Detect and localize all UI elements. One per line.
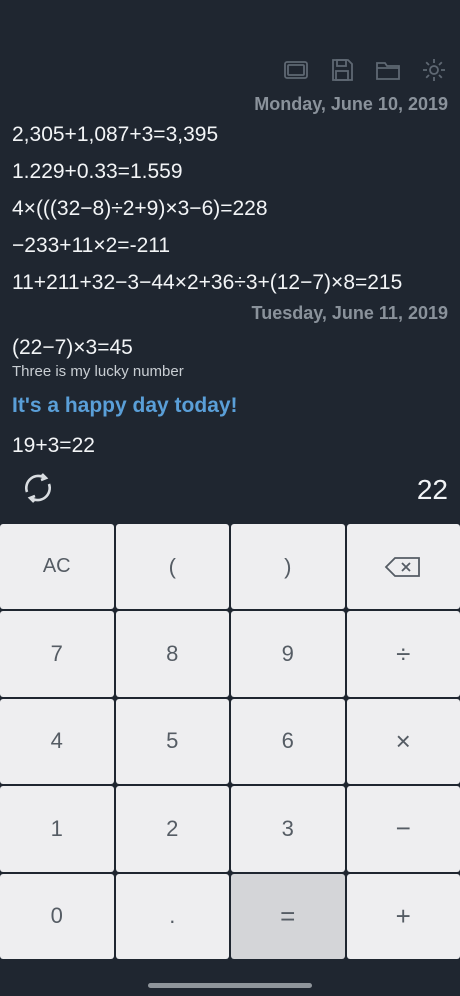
history-line[interactable]: −233+11×2=-211 — [12, 227, 448, 264]
right-paren-button[interactable]: ) — [231, 524, 345, 610]
digit-3-button[interactable]: 3 — [231, 786, 345, 872]
left-paren-button[interactable]: ( — [115, 524, 229, 610]
keypad: AC ( ) 7 8 9 ÷ 4 5 6 × 1 2 3 − 0 . = + — [0, 524, 460, 959]
digit-8-button[interactable]: 8 — [115, 611, 229, 697]
digit-7-button[interactable]: 7 — [0, 611, 114, 697]
add-button[interactable]: + — [346, 873, 460, 959]
history-line[interactable]: 2,305+1,087+3=3,395 — [12, 116, 448, 153]
subtract-button[interactable]: − — [346, 786, 460, 872]
screen-icon[interactable] — [282, 56, 310, 84]
history-line[interactable]: 19+3=22 — [12, 427, 448, 464]
digit-0-button[interactable]: 0 — [0, 873, 114, 959]
history-line[interactable]: 4×(((32−8)÷2+9)×3−6)=228 — [12, 190, 448, 227]
history-tape[interactable]: Monday, June 10, 2019 2,305+1,087+3=3,39… — [0, 92, 460, 464]
multiply-button[interactable]: × — [346, 698, 460, 785]
gear-icon[interactable] — [420, 56, 448, 84]
date-header: Tuesday, June 11, 2019 — [251, 303, 448, 323]
history-line[interactable]: 11+211+32−3−44×2+36÷3+(12−7)×8=215 — [12, 264, 448, 301]
digit-9-button[interactable]: 9 — [231, 611, 345, 697]
digit-5-button[interactable]: 5 — [115, 698, 229, 785]
digit-2-button[interactable]: 2 — [115, 786, 229, 872]
refresh-icon[interactable] — [18, 468, 58, 513]
backspace-icon — [384, 556, 421, 577]
divide-button[interactable]: ÷ — [346, 611, 460, 697]
decimal-button[interactable]: . — [115, 873, 229, 959]
folder-icon[interactable] — [374, 56, 402, 84]
status-row: 22 — [0, 466, 460, 514]
equals-button[interactable]: = — [231, 873, 345, 959]
digit-6-button[interactable]: 6 — [231, 698, 345, 785]
result-display: 22 — [416, 474, 448, 505]
history-line[interactable]: (22−7)×3=45 — [12, 333, 448, 363]
home-indicator[interactable] — [148, 983, 312, 988]
save-icon[interactable] — [328, 56, 356, 84]
digit-1-button[interactable]: 1 — [0, 786, 114, 872]
toolbar — [282, 56, 448, 84]
backspace-button[interactable] — [346, 524, 460, 610]
clear-button[interactable]: AC — [0, 524, 114, 610]
history-line[interactable]: 1.229+0.33=1.559 — [12, 153, 448, 190]
history-note: Three is my lucky number — [12, 363, 184, 380]
date-header: Monday, June 10, 2019 — [254, 94, 448, 114]
history-highlight-note: It's a happy day today! — [12, 394, 238, 417]
digit-4-button[interactable]: 4 — [0, 698, 114, 785]
